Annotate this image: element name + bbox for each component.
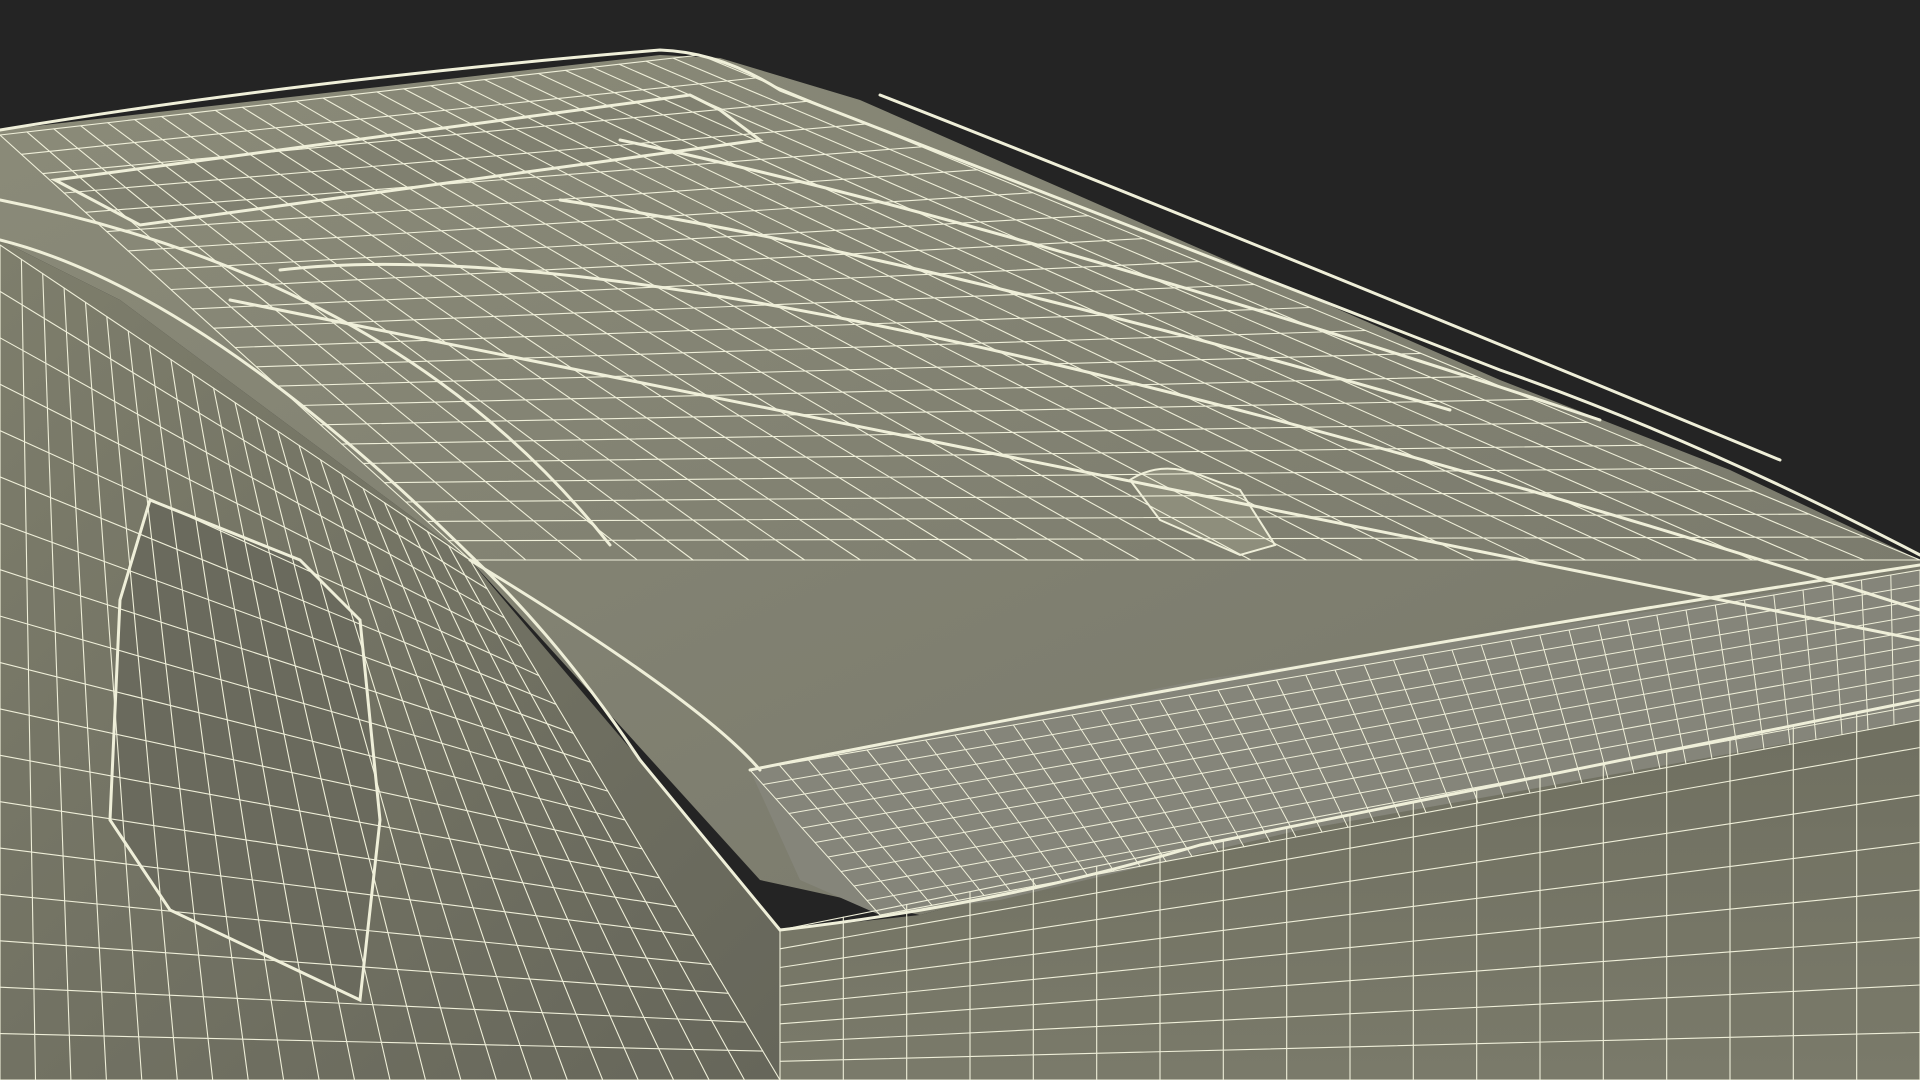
viewport bbox=[0, 0, 1920, 1080]
